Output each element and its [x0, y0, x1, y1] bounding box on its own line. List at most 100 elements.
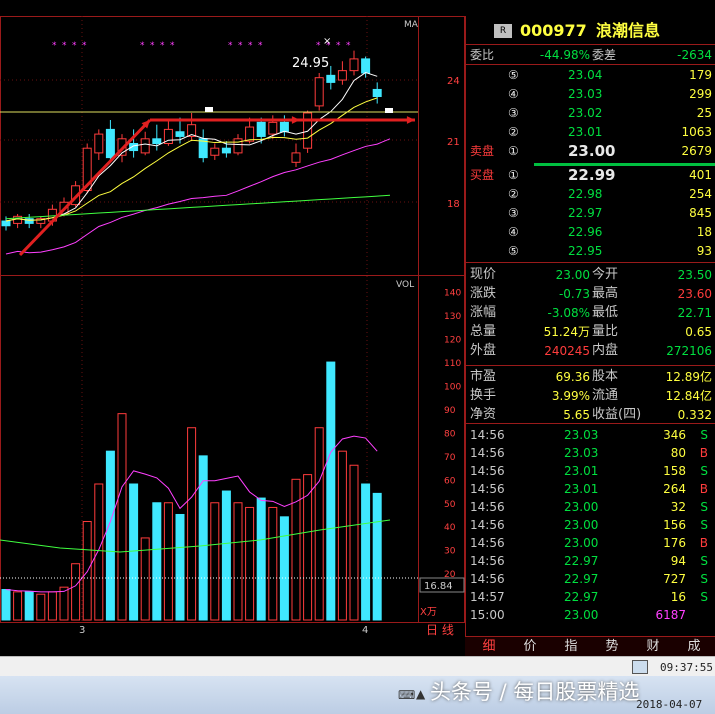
quote-value: 23.00: [555, 268, 590, 282]
candle-body: [291, 152, 301, 163]
tick-time: 15:00: [470, 608, 505, 622]
tick-volume: 6187: [655, 608, 686, 622]
tab-4[interactable]: 财: [633, 637, 673, 657]
star-marker: *: [248, 41, 253, 51]
vol-tick: 90: [444, 406, 456, 416]
tick-side: B: [699, 536, 708, 550]
quote-label: 涨跌: [470, 286, 497, 301]
tick-price: 23.00: [564, 608, 599, 622]
buy-level: ④: [508, 225, 519, 239]
buy-level: ⑤: [508, 244, 519, 258]
tab-0[interactable]: 细: [469, 637, 509, 657]
fund-label: 净资: [470, 407, 497, 422]
tick-volume: 727: [663, 572, 686, 586]
marker-box: [205, 107, 213, 112]
tick-time: 14:56: [470, 464, 505, 478]
weicha-label: 委差: [592, 48, 617, 62]
arrow-icon[interactable]: ▲: [416, 687, 425, 701]
vol-tick: 120: [444, 336, 461, 346]
volume-bar: [117, 413, 127, 621]
tab-3[interactable]: 势: [592, 637, 632, 657]
tick-price: 23.01: [564, 464, 599, 478]
buy-level: ③: [508, 206, 519, 220]
candle-body: [326, 74, 336, 83]
quote-panel: R 000977 浪潮信息 委比 -44.98% 委差 -2634 ⑤ 23.04…: [465, 16, 715, 636]
quote-label: 量比: [592, 324, 619, 339]
volume-bar: [233, 502, 243, 621]
star-marker: *: [150, 41, 155, 51]
volume-bar: [47, 591, 57, 621]
quote-label: 最高: [592, 286, 619, 301]
candle-body: [140, 138, 150, 154]
volume-bar: [152, 502, 162, 621]
sell-price: 23.04: [568, 68, 603, 82]
tick-side: S: [700, 554, 708, 568]
price-tick-2: 21: [447, 137, 460, 148]
date-label-2: 4: [362, 625, 368, 636]
fund-value: 12.89亿: [665, 370, 712, 384]
volume-bar: [163, 502, 173, 621]
sell-label: 卖盘: [470, 144, 495, 158]
vol-tick: 100: [444, 383, 461, 393]
tab-2[interactable]: 指: [551, 637, 591, 657]
star-marker: *: [82, 41, 87, 51]
star-marker: *: [160, 41, 165, 51]
vol-tick: 110: [444, 359, 461, 369]
fund-value: 5.65: [563, 408, 590, 422]
candle-body: [361, 58, 371, 74]
candle-body: [337, 70, 347, 81]
tick-price: 23.03: [564, 428, 599, 442]
tick-price: 23.00: [564, 518, 599, 532]
fund-label: 换手: [470, 388, 497, 403]
vol-unit-label: X万: [420, 607, 437, 618]
buy-price: 22.95: [568, 244, 603, 258]
period-label[interactable]: 日 线: [426, 623, 454, 637]
sell-level: ④: [508, 87, 519, 101]
tab-5[interactable]: 成: [674, 637, 714, 657]
quote-value: -0.73: [558, 287, 590, 301]
tick-side: S: [700, 590, 708, 604]
quote-label: 外盘: [470, 343, 497, 358]
volume-bar: [256, 497, 266, 621]
tick-side: S: [700, 518, 708, 532]
candle-body: [233, 138, 243, 154]
fund-value: 0.332: [677, 408, 712, 422]
sell-level: ①: [508, 144, 519, 158]
buy-price: 22.98: [568, 187, 603, 201]
sell-volume: 299: [689, 87, 712, 101]
candle-body: [1, 220, 11, 227]
tick-volume: 176: [663, 536, 686, 550]
kline-chart-area[interactable]: * * * * * * * * * * * * * * * *× MA VOL 24.95 24 21 18 …: [0, 0, 465, 640]
sell-level: ⑤: [508, 68, 519, 82]
tick-time: 14:56: [470, 482, 505, 496]
candle-body: [152, 138, 162, 145]
star-marker: *: [346, 41, 351, 51]
quote-label: 最低: [592, 305, 619, 320]
weibi-label: 委比: [470, 48, 495, 62]
vol-label: VOL: [396, 280, 414, 290]
vol-tick: 40: [444, 523, 456, 533]
keyboard-icon[interactable]: ⌨: [398, 688, 415, 702]
price-tick-3: 18: [447, 199, 460, 210]
tab-1[interactable]: 价: [510, 637, 550, 657]
taskbar-date: 2018-04-07: [636, 698, 703, 711]
stock-code: 000977: [520, 21, 587, 40]
quote-value: 0.65: [685, 325, 712, 339]
buy-volume: 401: [689, 168, 712, 182]
stock-name: 浪潮信息: [596, 21, 661, 40]
star-marker: *: [62, 41, 67, 51]
vol-tick: 140: [444, 289, 461, 299]
buy-label: 买盘: [470, 168, 495, 182]
tick-volume: 80: [670, 446, 686, 460]
buy-level: ②: [508, 187, 519, 201]
status-icon: [632, 660, 648, 674]
tick-price: 23.00: [564, 500, 599, 514]
tick-side: S: [700, 428, 708, 442]
tick-time: 14:56: [470, 428, 505, 442]
sell-price: 23.01: [568, 125, 603, 139]
sell-volume: 1063: [681, 125, 712, 139]
tick-volume: 346: [663, 428, 686, 442]
tick-price: 23.00: [564, 536, 599, 550]
volume-bar: [245, 506, 255, 621]
volume-bar: [210, 502, 220, 621]
